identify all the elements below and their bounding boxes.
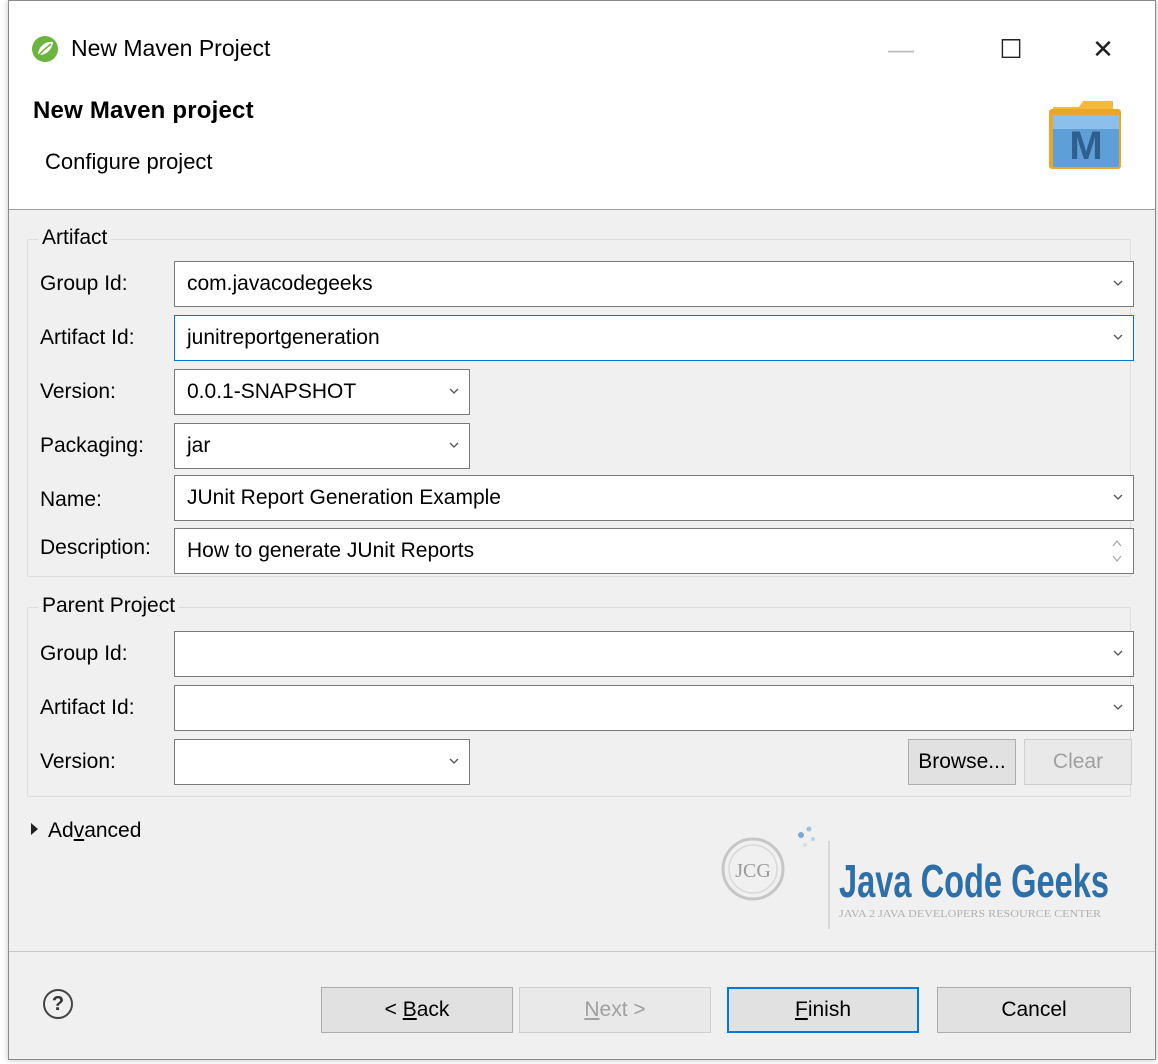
parent-group-label: Parent Project — [38, 594, 180, 618]
group-id-label: Group Id: — [40, 272, 128, 295]
name-combo[interactable]: JUnit Report Generation Example — [174, 475, 1134, 521]
version-combo[interactable]: 0.0.1-SNAPSHOT — [174, 369, 470, 415]
parent-version-label: Version: — [40, 750, 116, 773]
window-title: New Maven Project — [71, 35, 271, 61]
clear-button[interactable]: Clear — [1024, 739, 1132, 785]
close-button[interactable]: ✕ — [1081, 27, 1125, 71]
title-bar: New Maven Project — ☐ ✕ — [9, 1, 1155, 97]
back-label-post: ack — [416, 998, 450, 1021]
advanced-label-mnemonic: v — [73, 819, 85, 842]
page-title: New Maven project — [33, 97, 254, 124]
next-label-mnemonic: N — [584, 998, 600, 1021]
spinner-arrows-icon[interactable] — [1111, 535, 1123, 567]
finish-label-mnemonic: F — [794, 998, 808, 1021]
dialog-window: New Maven Project — ☐ ✕ New Maven projec… — [8, 0, 1156, 1060]
artifact-id-combo[interactable]: junitreportgeneration — [174, 315, 1134, 361]
page-subtitle: Configure project — [45, 149, 213, 174]
chevron-down-icon[interactable] — [1113, 278, 1123, 288]
description-textarea[interactable]: How to generate JUnit Reports — [174, 528, 1134, 574]
chevron-down-icon[interactable] — [449, 386, 459, 396]
artifact-group: Artifact Group Id: com.javacodegeeks Art… — [27, 226, 1134, 577]
parent-group-id-combo[interactable] — [174, 631, 1134, 677]
advanced-label-pre: Ad — [48, 819, 74, 842]
chevron-down-icon[interactable] — [1113, 492, 1123, 502]
chevron-down-icon[interactable] — [1113, 702, 1123, 712]
artifact-id-label: Artifact Id: — [40, 326, 135, 349]
group-id-value: com.javacodegeeks — [187, 272, 373, 295]
packaging-label: Packaging: — [40, 434, 144, 457]
cancel-button[interactable]: Cancel — [937, 987, 1131, 1033]
next-label-post: ext > — [599, 998, 646, 1021]
chevron-down-icon[interactable] — [449, 756, 459, 766]
chevron-down-icon[interactable] — [1113, 332, 1123, 342]
parent-project-group: Parent Project Group Id: Artifact Id: Ve… — [27, 594, 1134, 797]
parent-artifact-id-combo[interactable] — [174, 685, 1134, 731]
back-button[interactable]: < Back — [321, 987, 513, 1033]
jcg-badge-text: JCG — [735, 860, 771, 882]
java-code-geeks-logo: JCG Java Code Geeks JAVA 2 JAVA DEVELOPE… — [721, 826, 1109, 929]
maven-logo-letter: M — [1069, 124, 1102, 168]
chevron-down-icon[interactable] — [449, 440, 459, 450]
finish-label-post: inish — [807, 998, 852, 1021]
chevron-down-icon[interactable] — [1113, 648, 1123, 658]
jcg-brand-text: Java Code Geeks — [839, 855, 1109, 907]
packaging-combo[interactable]: jar — [174, 423, 470, 469]
minimize-button[interactable]: — — [879, 27, 923, 71]
parent-artifact-id-label: Artifact Id: — [40, 696, 135, 719]
finish-button[interactable]: Finish — [727, 987, 919, 1033]
browse-button[interactable]: Browse... — [908, 739, 1016, 785]
back-label-pre: < — [384, 998, 403, 1021]
wizard-header: New Maven project Configure project M — [9, 97, 1155, 210]
parent-group-id-label: Group Id: — [40, 642, 128, 665]
maximize-button[interactable]: ☐ — [989, 27, 1033, 71]
jcg-tagline-text: JAVA 2 JAVA DEVELOPERS RESOURCE CENTER — [839, 908, 1102, 920]
parent-version-combo[interactable] — [174, 739, 470, 785]
group-id-combo[interactable]: com.javacodegeeks — [174, 261, 1134, 307]
next-button[interactable]: Next > — [519, 987, 711, 1033]
spring-leaf-icon — [32, 36, 58, 62]
artifact-group-label: Artifact — [38, 226, 112, 250]
name-label: Name: — [40, 488, 102, 511]
back-label-mnemonic: B — [402, 998, 417, 1021]
name-value: JUnit Report Generation Example — [187, 486, 501, 509]
maven-wizard-icon: M — [1049, 101, 1121, 169]
description-value: How to generate JUnit Reports — [187, 539, 475, 562]
packaging-value: jar — [187, 434, 211, 457]
advanced-expander[interactable]: Advanced — [31, 819, 141, 843]
artifact-id-value: junitreportgeneration — [187, 326, 380, 349]
version-label: Version: — [40, 380, 116, 403]
footer-separator — [9, 951, 1155, 952]
expand-triangle-icon[interactable] — [31, 823, 38, 836]
help-icon[interactable]: ? — [43, 989, 73, 1019]
advanced-label-post: anced — [84, 819, 142, 842]
version-value: 0.0.1-SNAPSHOT — [187, 380, 357, 403]
description-label: Description: — [40, 536, 151, 559]
